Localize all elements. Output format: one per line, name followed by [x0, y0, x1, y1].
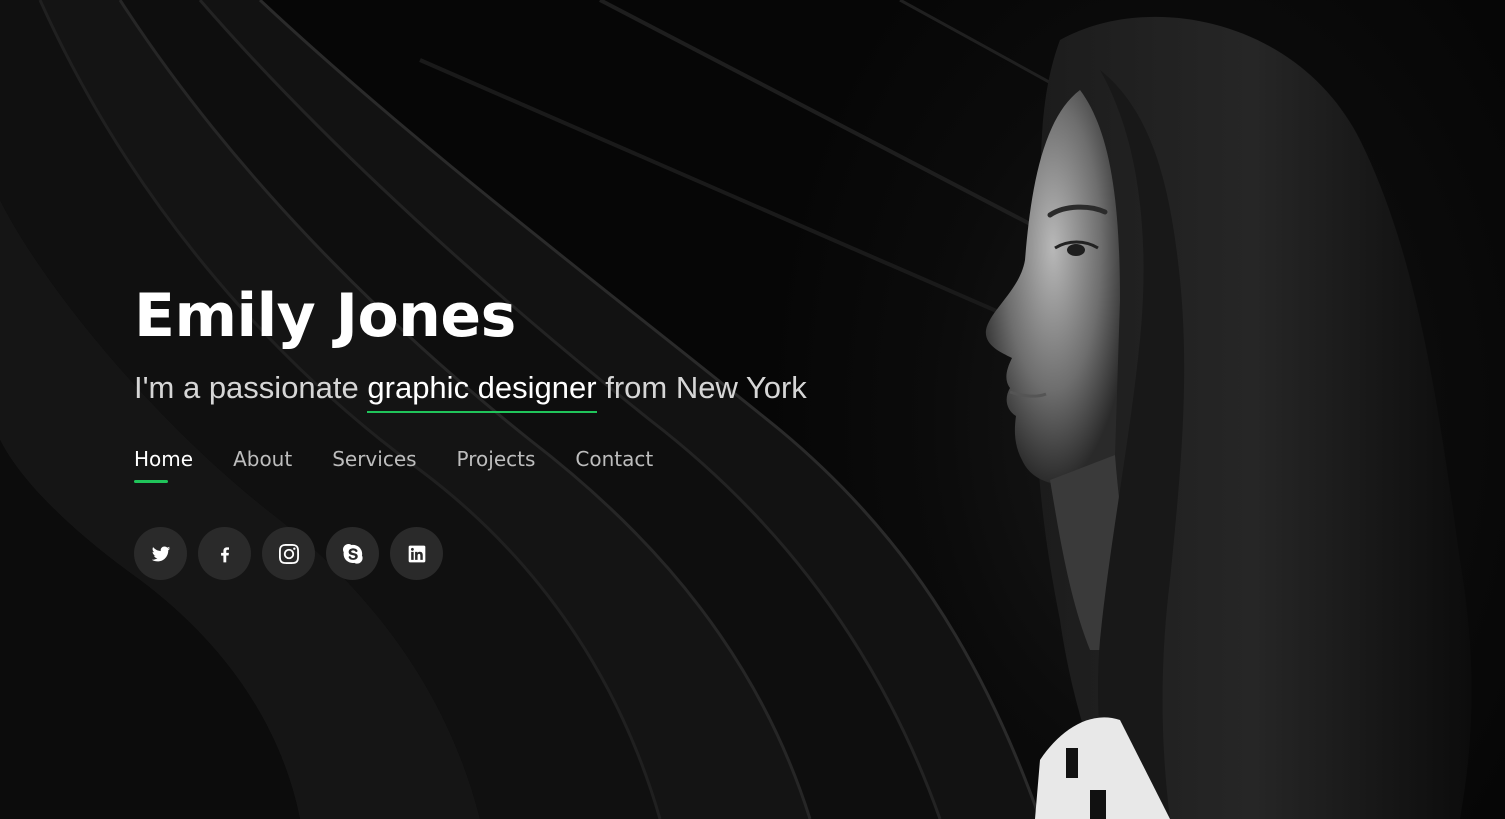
instagram-icon [278, 543, 299, 564]
hero-name: Emily Jones [134, 281, 516, 351]
skype-icon [342, 543, 363, 564]
nav-projects[interactable]: Projects [457, 447, 536, 481]
tagline-suffix: from New York [596, 370, 807, 405]
nav-home[interactable]: Home [134, 447, 193, 483]
hero-section: Emily Jones I'm a passionate graphic des… [0, 0, 1505, 819]
facebook-button[interactable] [198, 527, 251, 580]
skype-button[interactable] [326, 527, 379, 580]
linkedin-button[interactable] [390, 527, 443, 580]
twitter-icon [151, 546, 170, 561]
hero-content: Emily Jones I'm a passionate graphic des… [134, 280, 994, 580]
tagline-prefix: I'm a passionate [134, 370, 368, 405]
nav-contact[interactable]: Contact [575, 447, 653, 481]
instagram-button[interactable] [262, 527, 315, 580]
main-nav: Home About Services Projects Contact [134, 447, 994, 483]
linkedin-icon [408, 545, 425, 562]
facebook-icon [220, 546, 229, 562]
tagline-highlight: graphic designer [367, 372, 597, 413]
social-links [134, 527, 994, 580]
hero-tagline: I'm a passionate graphic designer from N… [134, 368, 994, 413]
nav-services[interactable]: Services [332, 447, 416, 481]
nav-about[interactable]: About [233, 447, 292, 481]
twitter-button[interactable] [134, 527, 187, 580]
